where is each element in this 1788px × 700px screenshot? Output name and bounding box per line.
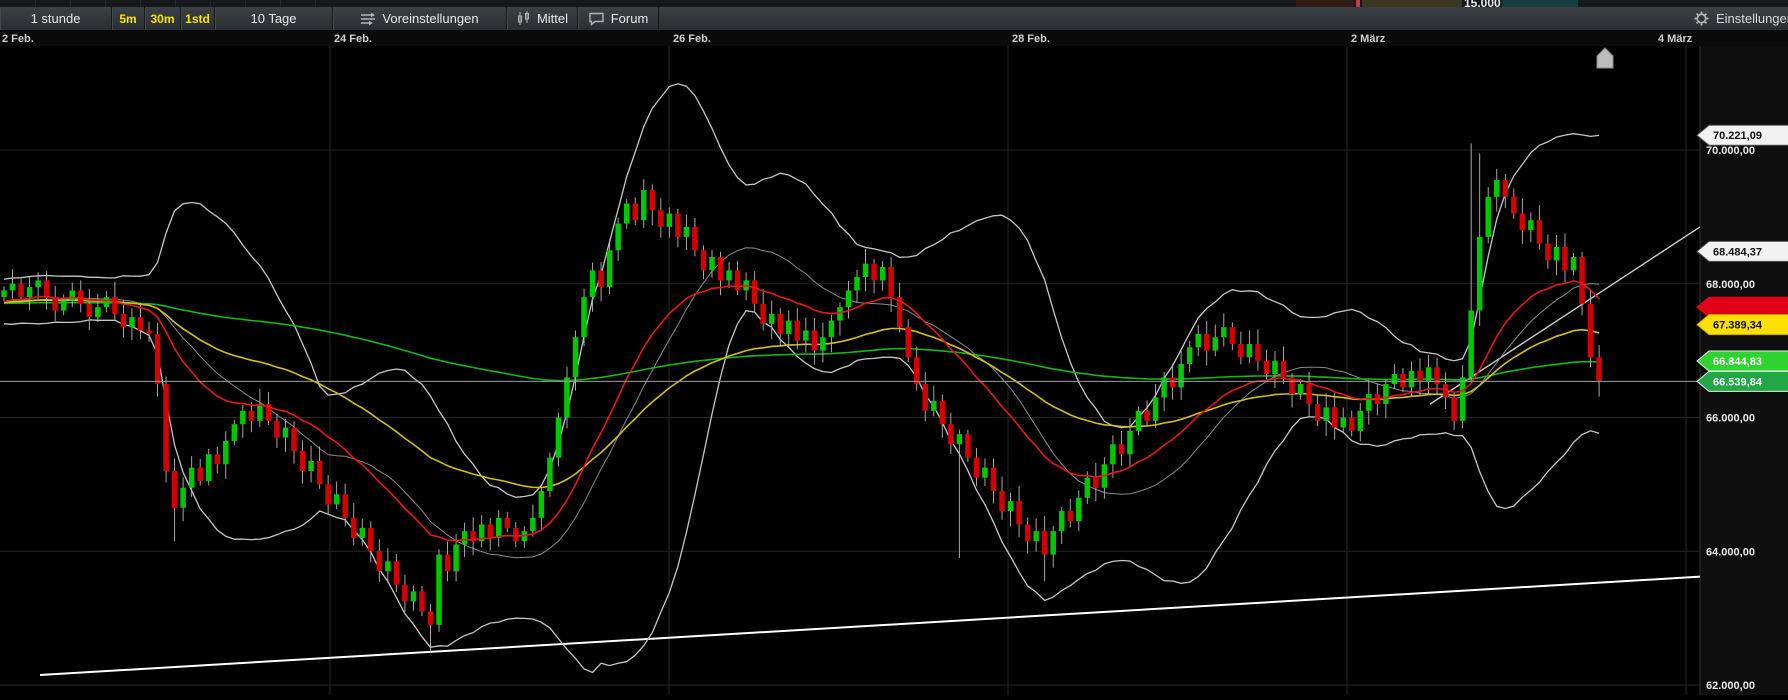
- svg-text:66.844,83: 66.844,83: [1713, 356, 1762, 368]
- price-tag-66.844,83: 66.844,83: [1696, 350, 1788, 372]
- toolbar-button-30m[interactable]: 30m: [145, 7, 181, 30]
- date-row-bg: [0, 30, 1788, 46]
- svg-text:26 Feb.: 26 Feb.: [673, 33, 711, 45]
- svg-text:2 März: 2 März: [1351, 33, 1386, 45]
- toolbar-button-mittel[interactable]: Mittel: [507, 7, 578, 30]
- grid: [0, 46, 1700, 695]
- bollinger-lower: [3, 309, 1600, 674]
- toolbar-button-label: Mittel: [536, 11, 569, 26]
- sliver-divider: [0, 0, 316, 7]
- background-window-text: 15,000: [1464, 0, 1501, 7]
- toolbar-button-label: Forum: [610, 11, 649, 26]
- price-tag-70.221,09: 70.221,09: [1696, 124, 1788, 146]
- scroll-to-latest-marker[interactable]: [1596, 47, 1614, 69]
- toolbar-button-label: 1std: [185, 11, 210, 26]
- toolbar-button-label: Voreinstellungen: [382, 11, 479, 26]
- svg-text:28 Feb.: 28 Feb.: [1012, 33, 1050, 45]
- candles-icon: [516, 11, 531, 26]
- toolbar-button-label: 30m: [150, 11, 175, 26]
- toolbar-button-10-tage[interactable]: 10 Tage: [215, 7, 333, 30]
- sliver-block: [1356, 0, 1360, 7]
- settings-label: Einstellungen: [1715, 11, 1788, 26]
- toolbar-button-voreinstellungen[interactable]: Voreinstellungen: [333, 7, 507, 30]
- svg-text:68.484,37: 68.484,37: [1713, 246, 1762, 258]
- settings-button[interactable]: Einstellungen: [1694, 7, 1788, 30]
- toolbar-buttons: 1 stunde 5m 30m 1std 10 Tage Voreinstellungen…: [0, 7, 659, 30]
- svg-text:66.539,84: 66.539,84: [1713, 376, 1763, 388]
- svg-text:4 März: 4 März: [1658, 33, 1693, 45]
- toolbar-button-label: 1 stunde: [30, 11, 81, 26]
- chart-canvas[interactable]: 2 Feb. 24 Feb. 26 Feb. 28 Feb. 2 März 4 März 7…: [0, 30, 1788, 695]
- toolbar-button-forum[interactable]: Forum: [578, 7, 659, 30]
- svg-text:67.389,34: 67.389,34: [1713, 320, 1763, 332]
- svg-text:2 Feb.: 2 Feb.: [2, 33, 34, 45]
- toolbar-button-label: 10 Tage: [250, 11, 297, 26]
- price-tag-68.484,37: 68.484,37: [1696, 240, 1788, 262]
- bollinger-middle: [3, 247, 1600, 559]
- sliver-block: [1502, 0, 1578, 7]
- sliver-block: [1296, 0, 1354, 7]
- svg-text:64.000,00: 64.000,00: [1706, 546, 1755, 558]
- price-tag-67.389,34: 67.389,34: [1696, 314, 1788, 336]
- svg-text:70.221,09: 70.221,09: [1713, 130, 1762, 142]
- toolbar-button-1std[interactable]: 1std: [181, 7, 215, 30]
- top-window-sliver: 15,000: [0, 0, 1788, 7]
- toolbar-button-5m[interactable]: 5m: [112, 7, 145, 30]
- svg-text:68.000,00: 68.000,00: [1706, 279, 1755, 291]
- candlestick-series: [1, 143, 1602, 652]
- gear-icon: [1694, 11, 1709, 26]
- ema-slow: [3, 301, 1600, 382]
- svg-text:66.000,00: 66.000,00: [1706, 413, 1755, 425]
- bubble-icon: [588, 12, 605, 26]
- price-tag-66.539,84: 66.539,84: [1696, 370, 1788, 392]
- toolbar-button-label: 5m: [119, 11, 137, 26]
- trendline-1[interactable]: [39, 575, 1701, 676]
- svg-text:70.000,00: 70.000,00: [1706, 145, 1755, 157]
- svg-text:62.000,00: 62.000,00: [1706, 680, 1755, 692]
- sliver-block: [1362, 0, 1462, 7]
- sliders-icon: [360, 12, 376, 26]
- toolbar-button-1-stunde[interactable]: 1 stunde: [0, 7, 112, 30]
- svg-text:24 Feb.: 24 Feb.: [334, 33, 372, 45]
- toolbar: 1 stunde 5m 30m 1std 10 Tage Voreinstellungen…: [0, 7, 1788, 31]
- ema-medium: [3, 299, 1600, 489]
